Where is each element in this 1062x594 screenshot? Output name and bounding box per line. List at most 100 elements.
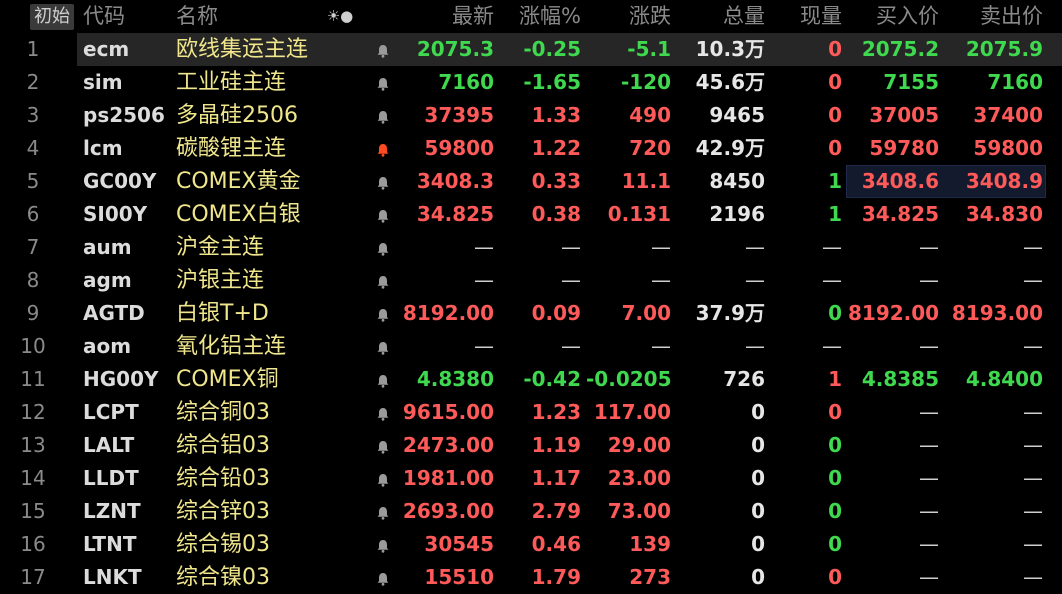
bell-icon[interactable] xyxy=(370,66,396,99)
last-price: 15510 xyxy=(424,565,494,589)
symbol-code: LALT xyxy=(83,433,135,457)
total-volume: 0 xyxy=(751,400,765,424)
column-header-current-volume[interactable]: 现量 xyxy=(770,0,842,33)
symbol-name: COMEX黄金 xyxy=(176,169,301,194)
last-price: 7160 xyxy=(438,70,494,94)
symbol-code: LTNT xyxy=(83,532,137,556)
row-index: 15 xyxy=(20,499,46,523)
bell-icon[interactable] xyxy=(370,132,396,165)
bell-icon[interactable] xyxy=(370,561,396,594)
bid-price: — xyxy=(919,433,939,457)
total-volume: 8450 xyxy=(709,169,765,193)
bell-icon[interactable] xyxy=(370,396,396,429)
bell-icon[interactable] xyxy=(370,495,396,528)
ask-price: — xyxy=(1023,499,1043,523)
total-volume: — xyxy=(745,334,765,358)
total-volume: 0 xyxy=(751,532,765,556)
table-row[interactable]: 16 LTNT 综合锡03 30545 0.46 139 0 0 — — xyxy=(0,528,1062,561)
symbol-code: ecm xyxy=(83,37,130,61)
table-row[interactable]: 6 SI00Y COMEX白银 34.825 0.38 0.131 2196 1 34.825 3… xyxy=(0,198,1062,231)
current-volume: 0 xyxy=(828,433,842,457)
row-index: 11 xyxy=(20,367,46,391)
table-row[interactable]: 10 aom 氧化铝主连 — — — — — — — xyxy=(0,330,1062,363)
current-volume: 0 xyxy=(828,400,842,424)
symbol-name: 沪金主连 xyxy=(176,235,265,260)
table-row[interactable]: 17 LNKT 综合镍03 15510 1.79 273 0 0 — — xyxy=(0,561,1062,594)
bell-icon[interactable] xyxy=(370,528,396,561)
column-header-pct[interactable]: 涨幅% xyxy=(500,0,581,33)
change-percent: — xyxy=(561,268,581,292)
symbol-code: LLDT xyxy=(83,466,139,490)
symbol-code: SI00Y xyxy=(83,202,148,226)
table-row[interactable]: 11 HG00Y COMEX铜 4.8380 -0.42 -0.0205 726 1 4.838… xyxy=(0,363,1062,396)
table-row[interactable]: 2 sim 工业硅主连 7160 -1.65 -120 45.6万 0 7155 7160 xyxy=(0,66,1062,99)
total-volume: 9465 xyxy=(709,103,765,127)
bell-icon[interactable] xyxy=(370,33,396,66)
symbol-name: 综合铜03 xyxy=(176,400,270,425)
bid-price: 37005 xyxy=(869,103,939,127)
symbol-name: 综合铅03 xyxy=(176,466,270,491)
row-index: 16 xyxy=(20,532,46,556)
symbol-code: aom xyxy=(83,334,132,358)
ask-price: 8193.00 xyxy=(951,301,1043,325)
change-amount: 23.00 xyxy=(607,466,671,490)
bell-icon[interactable] xyxy=(370,330,396,363)
bell-icon[interactable] xyxy=(370,363,396,396)
current-volume: 1 xyxy=(828,202,842,226)
total-volume: 45.6万 xyxy=(695,70,765,94)
change-percent: 0.33 xyxy=(531,169,581,193)
symbol-code: aum xyxy=(83,235,132,259)
change-percent: 0.38 xyxy=(531,202,581,226)
bell-icon[interactable] xyxy=(370,231,396,264)
column-header-ask[interactable]: 卖出价 xyxy=(946,0,1043,33)
bell-icon[interactable] xyxy=(370,165,396,198)
ask-price: 4.8400 xyxy=(965,367,1043,391)
total-volume: 0 xyxy=(751,433,765,457)
bell-icon[interactable] xyxy=(370,297,396,330)
ask-price: — xyxy=(1023,334,1043,358)
row-index: 6 xyxy=(26,202,40,226)
column-header-volume[interactable]: 总量 xyxy=(676,0,765,33)
bell-icon[interactable] xyxy=(370,99,396,132)
table-row[interactable]: 8 agm 沪银主连 — — — — — — — xyxy=(0,264,1062,297)
change-percent: 0.46 xyxy=(531,532,581,556)
symbol-code: sim xyxy=(83,70,123,94)
column-header-bid[interactable]: 买入价 xyxy=(848,0,939,33)
change-percent: 0.09 xyxy=(531,301,581,325)
column-header-alert-icons[interactable]: ☀● xyxy=(320,0,360,33)
table-row[interactable]: 13 LALT 综合铝03 2473.00 1.19 29.00 0 0 — — xyxy=(0,429,1062,462)
bell-icon[interactable] xyxy=(370,429,396,462)
bell-icon[interactable] xyxy=(370,198,396,231)
table-row[interactable]: 3 ps2506 多晶硅2506 37395 1.33 490 9465 0 37005 3740… xyxy=(0,99,1062,132)
last-price: 3408.3 xyxy=(416,169,494,193)
ask-price: — xyxy=(1023,268,1043,292)
bell-icon[interactable] xyxy=(370,462,396,495)
table-row[interactable]: 4 lcm 碳酸锂主连 59800 1.22 720 42.9万 0 59780 59800 xyxy=(0,132,1062,165)
bell-icon[interactable] xyxy=(370,264,396,297)
table-row[interactable]: 12 LCPT 综合铜03 9615.00 1.23 117.00 0 0 — — xyxy=(0,396,1062,429)
table-row[interactable]: 9 AGTD 白银T+D 8192.00 0.09 7.00 37.9万 0 8192.00 81… xyxy=(0,297,1062,330)
current-volume: 0 xyxy=(828,499,842,523)
column-header-change[interactable]: 涨跌 xyxy=(586,0,671,33)
symbol-code: LNKT xyxy=(83,565,142,589)
symbol-name: 综合锡03 xyxy=(176,532,270,557)
ask-price: — xyxy=(1023,565,1043,589)
table-row[interactable]: 5 GC00Y COMEX黄金 3408.3 0.33 11.1 8450 1 3408.6 34… xyxy=(0,165,1062,198)
column-header-code[interactable]: 代码 xyxy=(83,0,173,33)
change-amount: — xyxy=(651,334,671,358)
change-percent: — xyxy=(561,334,581,358)
row-index: 12 xyxy=(20,400,46,424)
init-button[interactable]: 初始 xyxy=(30,4,74,30)
current-volume: 0 xyxy=(828,565,842,589)
change-amount: 29.00 xyxy=(607,433,671,457)
column-header-last[interactable]: 最新 xyxy=(400,0,494,33)
total-volume: 0 xyxy=(751,499,765,523)
table-row[interactable]: 7 aum 沪金主连 — — — — — — — xyxy=(0,231,1062,264)
table-row[interactable]: 14 LLDT 综合铅03 1981.00 1.17 23.00 0 0 — — xyxy=(0,462,1062,495)
table-row[interactable]: 1 ecm 欧线集运主连 2075.3 -0.25 -5.1 10.3万 0 2075.2 207… xyxy=(0,33,1062,66)
ask-price: — xyxy=(1023,400,1043,424)
change-percent: -1.65 xyxy=(523,70,581,94)
table-row[interactable]: 15 LZNT 综合锌03 2693.00 2.79 73.00 0 0 — — xyxy=(0,495,1062,528)
current-volume: 0 xyxy=(828,103,842,127)
last-price: 1981.00 xyxy=(402,466,494,490)
